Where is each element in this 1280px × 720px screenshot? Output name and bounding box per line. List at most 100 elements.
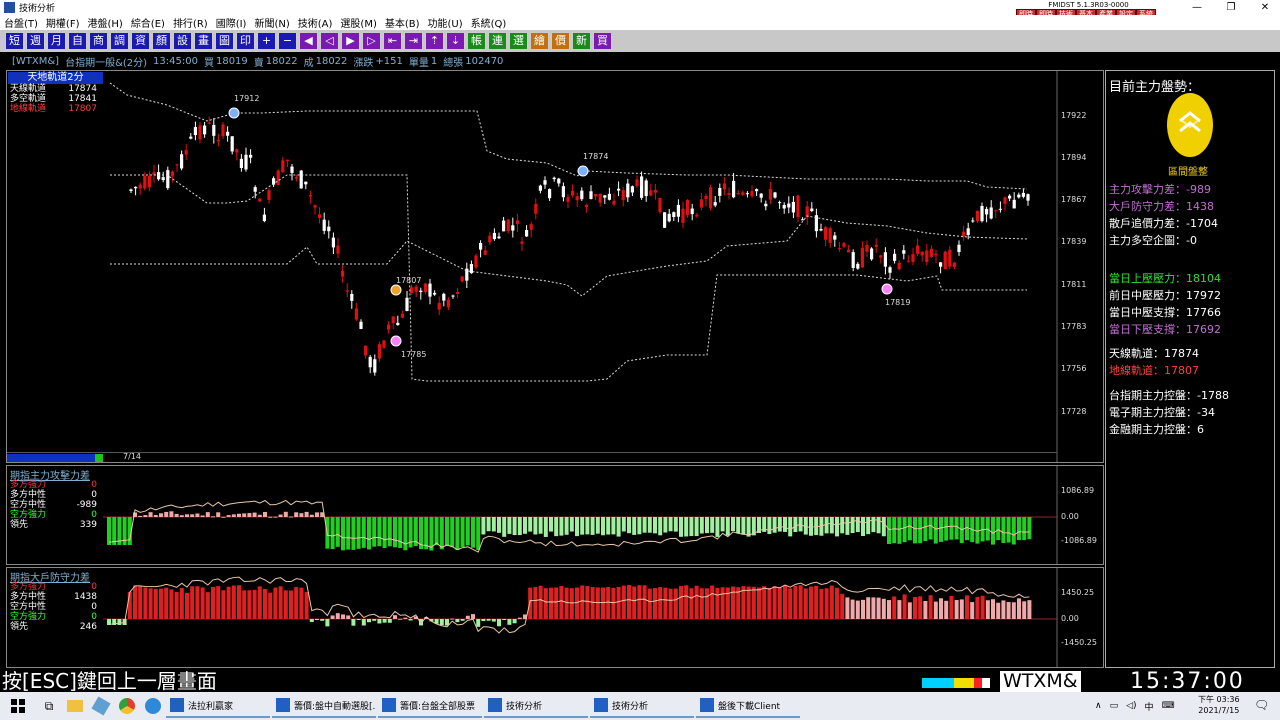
histogram-bar xyxy=(283,590,288,619)
start-button[interactable] xyxy=(0,692,36,720)
tray-chevron-icon[interactable]: ∧ xyxy=(1095,701,1102,711)
taskbar-app[interactable]: 籌價:盤中自動選股[... xyxy=(272,694,376,718)
histogram-bar xyxy=(278,514,283,517)
taskbar-app[interactable]: 盤後下載Client xyxy=(696,694,800,718)
y-tick-label: -1450.25 xyxy=(1061,638,1097,647)
toolbar-button[interactable]: 月 xyxy=(47,32,66,50)
toolbar-button[interactable]: ⇤ xyxy=(383,32,402,50)
candlestick-chart[interactable]: 17922 17894 17867 17839 17811 17783 17756 17728… xyxy=(7,71,1103,462)
toolbar-button[interactable]: 價 xyxy=(551,32,570,50)
signal-marker-icon[interactable] xyxy=(881,283,893,295)
scroll-thumb[interactable] xyxy=(95,454,103,462)
menu-item[interactable]: 技術(A) xyxy=(298,15,333,30)
menu-item[interactable]: 系統(Q) xyxy=(471,15,507,30)
taskbar-app[interactable]: 法拉利贏家 xyxy=(166,694,270,718)
menu-item[interactable]: 選股(M) xyxy=(340,15,376,30)
toolbar-button[interactable]: ▶ xyxy=(341,32,360,50)
maximize-button[interactable]: ❐ xyxy=(1216,0,1246,15)
menu-item[interactable]: 基本(B) xyxy=(385,15,420,30)
volume-icon[interactable]: ◁) xyxy=(1126,701,1136,711)
pinned-app-icon[interactable] xyxy=(88,696,114,716)
histogram-bar xyxy=(621,585,626,619)
price-chart-panel[interactable]: 天地軌道2分 天線軌道 17874 多空軌道 17841 地線軌道 17807 17922… xyxy=(6,70,1104,463)
attack-diff-panel[interactable]: 期指主力攻擊力差 多方強力 0 多方中性 0 空方中性 -989 空方強力 0 領先 339 10… xyxy=(6,465,1104,565)
keyboard-icon[interactable]: ⌨ xyxy=(1162,701,1175,711)
attack-diff-chart[interactable]: 1086.89 0.00 -1086.89 xyxy=(7,466,1103,564)
toolbar-button[interactable]: 設 xyxy=(173,32,192,50)
candle-body xyxy=(782,204,786,209)
menu-item[interactable]: 功能(U) xyxy=(428,15,463,30)
menu-item[interactable]: 新聞(N) xyxy=(254,15,289,30)
toolbar-button[interactable]: − xyxy=(278,32,297,50)
notification-icon[interactable]: 🗨 xyxy=(1254,698,1269,712)
signal-marker-icon[interactable] xyxy=(390,284,402,296)
menu-item[interactable]: 港盤(H) xyxy=(87,15,122,30)
toolbar-button[interactable]: 顏 xyxy=(152,32,171,50)
menu-item[interactable]: 期權(F) xyxy=(46,15,80,30)
toolbar-button[interactable]: + xyxy=(257,32,276,50)
menu-item[interactable]: 排行(R) xyxy=(173,15,208,30)
toolbar-button[interactable]: 連 xyxy=(488,32,507,50)
toolbar-button[interactable]: 自 xyxy=(68,32,87,50)
toolbar-button[interactable]: 商 xyxy=(89,32,108,50)
menu-item[interactable]: 國際(I) xyxy=(216,15,247,30)
taskbar-app[interactable]: 籌價:台盤全部股票 xyxy=(378,694,482,718)
chrome-icon[interactable] xyxy=(114,698,140,714)
taskbar-app[interactable]: 技術分析 xyxy=(590,694,694,718)
histogram-bar xyxy=(174,513,179,517)
histogram-bar xyxy=(845,517,850,535)
network-icon[interactable]: ▭ xyxy=(1110,701,1119,711)
ime-indicator[interactable]: 中 xyxy=(1145,700,1154,713)
task-view-icon[interactable]: ⧉ xyxy=(36,699,62,714)
signal-marker-icon[interactable] xyxy=(228,107,240,119)
toolbar-button[interactable]: 選 xyxy=(509,32,528,50)
toolbar-button[interactable]: ⇡ xyxy=(425,32,444,50)
histogram-bar xyxy=(143,587,148,619)
histogram-bar xyxy=(408,619,413,621)
histogram-bar xyxy=(159,588,163,619)
tray-clock[interactable]: 下午 03:36 2021/7/15 xyxy=(1198,694,1240,716)
toolbar-button[interactable]: 短 xyxy=(5,32,24,50)
menu-item[interactable]: 綜合(E) xyxy=(131,15,165,30)
file-explorer-icon[interactable] xyxy=(62,700,88,712)
toolbar-button[interactable]: ⇥ xyxy=(404,32,423,50)
histogram-bar xyxy=(892,596,897,619)
toolbar-button[interactable]: 資 xyxy=(131,32,150,50)
histogram-bar xyxy=(1011,517,1016,545)
candle-body xyxy=(451,295,455,297)
toolbar-button[interactable]: ▷ xyxy=(362,32,381,50)
histogram-bar xyxy=(294,512,299,517)
edge-icon[interactable] xyxy=(140,698,166,714)
close-button[interactable]: ✕ xyxy=(1250,0,1280,15)
toolbar-button[interactable]: 買 xyxy=(593,32,612,50)
minimize-button[interactable]: — xyxy=(1182,0,1212,15)
histogram-bar xyxy=(221,590,226,619)
toolbar-button[interactable]: 印 xyxy=(236,32,255,50)
toolbar: 短週月自商調資顏設畫圖印 + − ◀ ◁ ▶ ▷ ⇤ ⇥ ⇡ ⇣ 帳連選繪價新買 xyxy=(0,30,1280,52)
menu-item[interactable]: 台盤(T) xyxy=(4,15,38,30)
toolbar-button[interactable]: 週 xyxy=(26,32,45,50)
defense-diff-panel[interactable]: 期指大戶防守力差 多方強力 0 多方中性 1438 空方中性 0 空方強力 0 領先 246 14… xyxy=(6,567,1104,668)
signal-marker-icon[interactable] xyxy=(577,165,589,177)
toolbar-button[interactable]: 畫 xyxy=(194,32,213,50)
histogram-bar xyxy=(299,513,304,517)
toolbar-button[interactable]: 新 xyxy=(572,32,591,50)
toolbar-button[interactable]: 繪 xyxy=(530,32,549,50)
toolbar-button[interactable]: 圖 xyxy=(215,32,234,50)
histogram-bar xyxy=(517,617,522,619)
signal-marker-icon[interactable] xyxy=(390,335,402,347)
toolbar-button[interactable]: ⇣ xyxy=(446,32,465,50)
toolbar-button[interactable]: ◁ xyxy=(320,32,339,50)
defense-diff-chart[interactable]: 1450.25 0.00 -1450.25 xyxy=(7,568,1103,667)
candle-body xyxy=(212,124,216,136)
toolbar-button[interactable]: 調 xyxy=(110,32,129,50)
toolbar-button[interactable]: 帳 xyxy=(467,32,486,50)
candle-body xyxy=(828,228,832,243)
histogram-bar xyxy=(980,595,985,619)
histogram-bar xyxy=(918,596,923,619)
taskbar-app[interactable]: 技術分析 xyxy=(484,694,588,718)
candle-body xyxy=(584,205,588,207)
scroll-track[interactable] xyxy=(7,454,102,462)
toolbar-button[interactable]: ◀ xyxy=(299,32,318,50)
candle-body xyxy=(276,170,280,185)
